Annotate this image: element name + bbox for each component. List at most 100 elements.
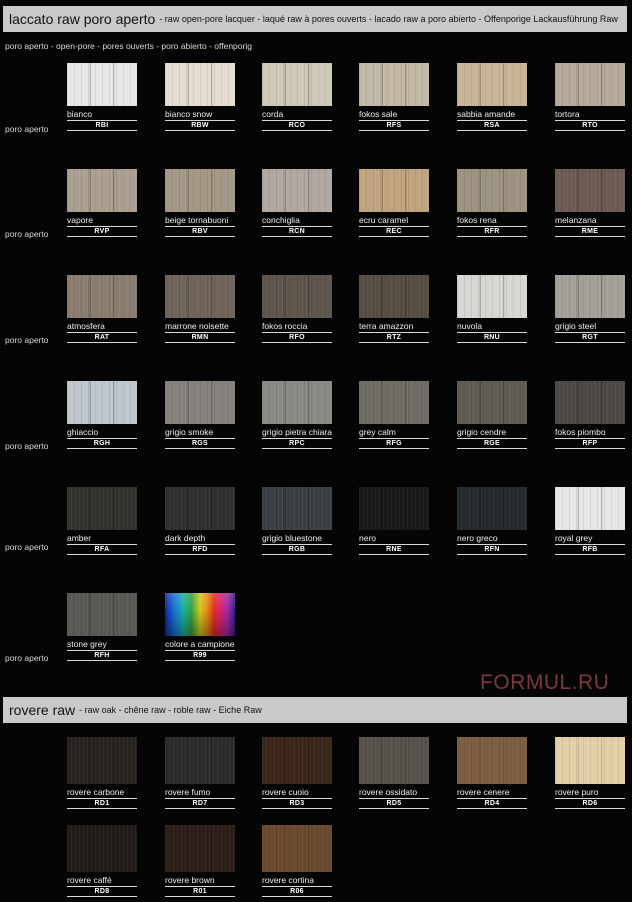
- swatch-sample: [555, 737, 625, 784]
- swatch-name: nero greco: [457, 533, 498, 543]
- swatch-name: conchiglia: [262, 215, 300, 225]
- swatch-code: RCN: [262, 226, 332, 237]
- finish-swatch: tortora RTO: [555, 63, 627, 131]
- swatch-code: RFG: [359, 438, 429, 449]
- swatch-sample: [165, 275, 235, 318]
- finish-swatch: grigio bluestone RGB: [262, 487, 334, 555]
- swatch-code: RFD: [165, 544, 235, 555]
- swatch-sample: [165, 381, 235, 424]
- swatch-sample: [67, 487, 137, 530]
- swatch-sample: [457, 487, 527, 530]
- swatch-name: fokos rena: [457, 215, 497, 225]
- row-label: poro aperto: [5, 653, 49, 663]
- finish-swatch: ecru caramel REC: [359, 169, 431, 237]
- swatch-code: RD1: [67, 798, 137, 809]
- swatch-name: tortora: [555, 109, 580, 119]
- swatch-code: RFB: [555, 544, 625, 555]
- swatch-sample: [359, 169, 429, 212]
- swatch-name: ecru caramel: [359, 215, 409, 225]
- swatch-name: grigio steel: [555, 321, 597, 331]
- swatch-code: RTZ: [359, 332, 429, 343]
- section-title: rovere raw: [9, 702, 76, 718]
- finish-swatch: nero greco RFN: [457, 487, 529, 555]
- finish-swatch: fokos rena RFR: [457, 169, 529, 237]
- swatch-sample: [262, 169, 332, 212]
- finish-swatch: nuvola RNU: [457, 275, 529, 343]
- swatch-name: corda: [262, 109, 284, 119]
- swatch-name: melanzana: [555, 215, 597, 225]
- finish-swatch: rovere ossidato RD5: [359, 737, 431, 809]
- finish-swatch: sabbia amande RSA: [457, 63, 529, 131]
- section-subtitle: - raw open-pore lacquer - laqué raw à po…: [159, 14, 618, 24]
- swatch-name: grigio bluestone: [262, 533, 323, 543]
- finish-swatch: royal grey RFB: [555, 487, 627, 555]
- swatch-name: colore a campione: [165, 639, 235, 649]
- swatch-name: sabbia amande: [457, 109, 516, 119]
- swatch-name: stone grey: [67, 639, 107, 649]
- swatch-code: RFH: [67, 650, 137, 661]
- swatch-code: RBV: [165, 226, 235, 237]
- finish-swatch: rovere puro RD6: [555, 737, 627, 809]
- finish-swatch: rovere caffé RD8: [67, 825, 139, 897]
- swatch-name: ghiaccio: [67, 427, 99, 437]
- swatch-name: grigio smoke: [165, 427, 214, 437]
- swatch-sample: [555, 275, 625, 318]
- swatch-name: rovere brown: [165, 875, 215, 885]
- swatch-sample: [457, 381, 527, 424]
- swatch-name: fokos sale: [359, 109, 398, 119]
- swatch-code: R06: [262, 886, 332, 897]
- swatch-sample: [359, 381, 429, 424]
- swatch-sample: [67, 737, 137, 784]
- swatch-sample: [457, 275, 527, 318]
- section-subtitle: - raw oak - chêne raw - roble raw - Eich…: [79, 705, 262, 715]
- swatch-code: RPC: [262, 438, 332, 449]
- swatch-code: RMN: [165, 332, 235, 343]
- row-label: poro aperto: [5, 229, 49, 239]
- swatch-name: rovere ossidato: [359, 787, 418, 797]
- swatch-name: fokos roccia: [262, 321, 308, 331]
- swatch-code: RD6: [555, 798, 625, 809]
- swatch-name: rovere cuoio: [262, 787, 309, 797]
- swatch-sample: [67, 825, 137, 872]
- finish-swatch: melanzana RME: [555, 169, 627, 237]
- swatch-sample: [67, 381, 137, 424]
- swatch-name: grigio cendre: [457, 427, 507, 437]
- swatch-sample: [262, 825, 332, 872]
- swatch-sample: [262, 487, 332, 530]
- swatch-sample: [165, 825, 235, 872]
- finish-swatch: rovere cortina R06: [262, 825, 334, 897]
- swatch-code: RGE: [457, 438, 527, 449]
- swatch-name: fokos piombo: [555, 427, 606, 437]
- swatch-sample: [165, 487, 235, 530]
- swatch-sample: [262, 381, 332, 424]
- finish-subline: poro aperto - open-pore - pores ouverts …: [5, 41, 252, 51]
- swatch-sample: [67, 169, 137, 212]
- swatch-code: RNU: [457, 332, 527, 343]
- finish-swatch: grey calm RFG: [359, 381, 431, 449]
- swatch-code: RNE: [359, 544, 429, 555]
- swatch-code: RD7: [165, 798, 235, 809]
- swatch-code: RD3: [262, 798, 332, 809]
- swatch-name: rovere cenere: [457, 787, 510, 797]
- swatch-code: RFR: [457, 226, 527, 237]
- swatch-code: RFS: [359, 120, 429, 131]
- finish-swatch: grigio smoke RGS: [165, 381, 237, 449]
- swatch-sample: [165, 63, 235, 106]
- finish-swatch: colore a campione R99: [165, 593, 237, 661]
- swatch-name: rovere fumo: [165, 787, 211, 797]
- finish-swatch: grigio steel RGT: [555, 275, 627, 343]
- swatch-code: REC: [359, 226, 429, 237]
- swatch-sample: [457, 737, 527, 784]
- swatch-code: RD8: [67, 886, 137, 897]
- finish-swatch: rovere cuoio RD3: [262, 737, 334, 809]
- finish-swatch: grigio pietra chiara RPC: [262, 381, 334, 449]
- finish-swatch: rovere fumo RD7: [165, 737, 237, 809]
- finish-swatch: rovere cenere RD4: [457, 737, 529, 809]
- swatch-name: grey calm: [359, 427, 396, 437]
- swatch-code: RTO: [555, 120, 625, 131]
- swatch-sample: [165, 737, 235, 784]
- finish-swatch: beige tornabuoni RBV: [165, 169, 237, 237]
- swatch-name: nero: [359, 533, 377, 543]
- swatch-name: rovere cortina: [262, 875, 314, 885]
- swatch-code: RVP: [67, 226, 137, 237]
